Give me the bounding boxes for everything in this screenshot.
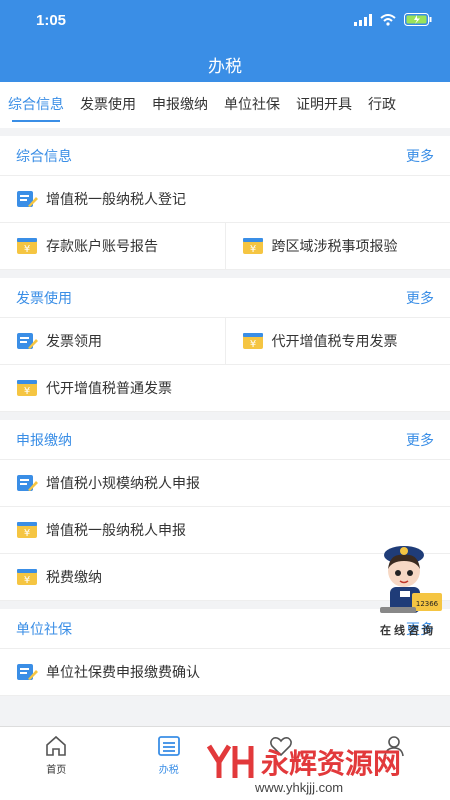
tab-declaration[interactable]: 申报缴纳 <box>144 82 216 128</box>
service-row: 单位社保费申报缴费确认 <box>0 649 450 696</box>
yuan-doc-icon: ¥ <box>17 569 37 586</box>
watermark-text: 永辉资源网 <box>261 748 402 779</box>
edit-doc-icon <box>17 664 38 680</box>
signal-icon <box>354 13 372 26</box>
yuan-doc-icon: ¥ <box>242 333 263 350</box>
service-label: 单位社保费申报缴费确认 <box>46 664 200 680</box>
tab-certificate[interactable]: 证明开具 <box>288 82 360 128</box>
watermark-logo-icon <box>206 744 254 778</box>
service-item[interactable]: 单位社保费申报缴费确认 <box>0 649 450 695</box>
wifi-icon <box>380 13 396 26</box>
service-row: 发票领用 ¥ 代开增值税专用发票 <box>0 318 450 365</box>
category-tabs: 综合信息 发票使用 申报缴纳 单位社保 证明开具 行政 <box>0 82 450 128</box>
watermark: 永辉资源网 <box>205 742 401 782</box>
consult-badge: 12366 <box>416 600 439 608</box>
section-header-declaration: 申报缴纳 更多 <box>0 420 450 460</box>
service-item[interactable]: 增值税一般纳税人登记 <box>0 176 450 222</box>
service-row: ¥ 代开增值税普通发票 <box>0 365 450 412</box>
service-label: 增值税小规模纳税人申报 <box>46 475 200 491</box>
status-bar: 1:05 <box>0 0 450 40</box>
service-label: 增值税一般纳税人登记 <box>46 191 186 207</box>
section-title: 发票使用 <box>16 289 72 306</box>
section-header-invoice: 发票使用 更多 <box>0 278 450 318</box>
svg-text:¥: ¥ <box>24 386 30 397</box>
page-title: 办税 <box>208 57 242 76</box>
section-header-general: 综合信息 更多 <box>0 136 450 176</box>
service-label: 代开增值税专用发票 <box>271 333 398 349</box>
service-label: 代开增值税普通发票 <box>46 380 172 396</box>
list-icon <box>157 736 180 756</box>
service-label: 发票领用 <box>46 333 102 349</box>
battery-icon <box>404 13 432 26</box>
service-item[interactable]: ¥ 代开增值税普通发票 <box>0 365 450 411</box>
service-label: 税费缴纳 <box>46 569 102 585</box>
tabbar-label: 首页 <box>46 765 67 776</box>
more-link[interactable]: 更多 <box>406 146 434 166</box>
online-consult-label[interactable]: 在线咨询 <box>380 622 436 638</box>
service-label: 存款账户账号报告 <box>46 238 158 254</box>
app-header: 1:05 办税 <box>0 0 450 82</box>
tabbar-home[interactable]: 首页 <box>0 727 113 800</box>
tabbar-label: 办税 <box>158 765 179 776</box>
svg-text:¥: ¥ <box>249 339 255 350</box>
service-item[interactable]: ¥ 跨区域涉税事项报验 <box>224 223 450 269</box>
section-title: 综合信息 <box>16 147 72 164</box>
status-time: 1:05 <box>36 12 67 29</box>
yuan-doc-icon: ¥ <box>17 238 37 255</box>
yuan-doc-icon: ¥ <box>17 522 37 539</box>
service-label: 跨区域涉税事项报验 <box>271 238 398 254</box>
edit-doc-icon <box>17 475 38 491</box>
service-item[interactable]: 增值税小规模纳税人申报 <box>0 460 450 506</box>
service-item[interactable]: ¥ 存款账户账号报告 <box>0 223 225 269</box>
service-row: 增值税小规模纳税人申报 <box>0 460 450 507</box>
section-title: 申报缴纳 <box>16 431 72 448</box>
service-label: 增值税一般纳税人申报 <box>46 522 186 538</box>
yuan-doc-icon: ¥ <box>242 238 263 255</box>
tab-invoice[interactable]: 发票使用 <box>72 82 144 128</box>
watermark-url: www.yhkjjj.com <box>255 780 344 795</box>
more-link[interactable]: 更多 <box>406 288 434 308</box>
edit-doc-icon <box>17 333 38 349</box>
service-item[interactable]: 发票领用 <box>0 318 225 364</box>
tab-social-security[interactable]: 单位社保 <box>216 82 288 128</box>
home-icon <box>46 735 67 756</box>
tab-administrative[interactable]: 行政 <box>360 82 404 128</box>
svg-text:¥: ¥ <box>24 528 30 539</box>
status-icons <box>354 13 432 26</box>
svg-text:¥: ¥ <box>24 244 30 255</box>
edit-doc-icon <box>17 191 38 207</box>
more-link[interactable]: 更多 <box>406 430 434 450</box>
tab-general-info[interactable]: 综合信息 <box>0 82 72 128</box>
svg-text:¥: ¥ <box>249 244 255 255</box>
service-item[interactable]: ¥ 代开增值税专用发票 <box>224 318 450 364</box>
section-title: 单位社保 <box>16 620 72 637</box>
svg-text:¥: ¥ <box>24 575 30 586</box>
yuan-doc-icon: ¥ <box>17 380 37 397</box>
service-row: ¥ 存款账户账号报告 ¥ 跨区域涉税事项报验 <box>0 223 450 270</box>
service-row: 增值税一般纳税人登记 <box>0 176 450 223</box>
